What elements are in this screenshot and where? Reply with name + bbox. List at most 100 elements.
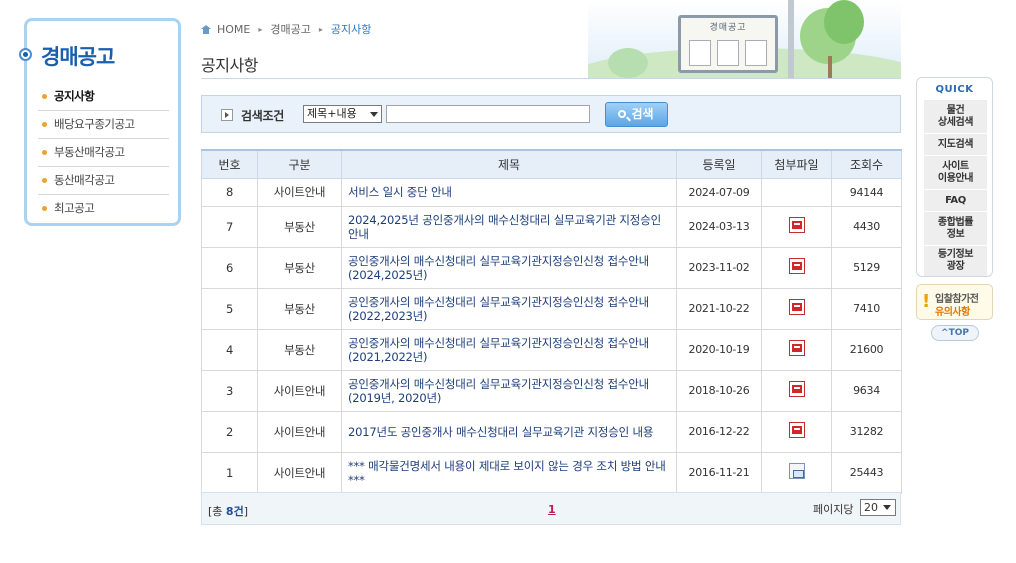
cell-attachment: [761, 410, 832, 453]
cell-category: 부동산: [257, 328, 342, 371]
breadcrumb: HOME ▸ 경매공고 ▸ 공지사항: [201, 21, 371, 37]
search-button-label: 검색: [631, 107, 654, 121]
cell-attachment: [761, 287, 832, 330]
breadcrumb-arrow-icon: ▸: [258, 24, 263, 34]
nav-item-realestate-sale[interactable]: 부동산매각공고: [38, 139, 169, 167]
cell-title-link[interactable]: 공인중개사의 매수신청대리 실무교육기관지정승인신청 접수안내(2024,202…: [341, 246, 677, 289]
home-icon: [201, 24, 211, 34]
header-category: 구분: [257, 149, 342, 179]
breadcrumb-section[interactable]: 경매공고: [270, 21, 310, 37]
cell-views: 5129: [831, 246, 902, 289]
header-attachment: 첨부파일: [761, 149, 832, 179]
cell-attachment: [761, 451, 832, 494]
cell-date: 2016-11-21: [676, 451, 762, 494]
pdf-file-icon[interactable]: [788, 217, 805, 233]
pdf-file-icon[interactable]: [788, 258, 805, 274]
cell-views: 21600: [831, 328, 902, 371]
quick-title: QUICK: [935, 84, 974, 95]
cell-title-link[interactable]: 공인중개사의 매수신청대리 실무교육기관지정승인신청 접수안내(2021,202…: [341, 328, 677, 371]
cell-title-link[interactable]: 공인중개사의 매수신청대리 실무교육기관지정승인신청 접수안내(2019년, 2…: [341, 369, 677, 412]
list-footer: [총 8건] 1 페이지당 20: [201, 492, 901, 525]
cell-no: 1: [201, 451, 258, 494]
notice-board-icon: 경매공고: [678, 15, 778, 73]
cell-views: 31282: [831, 410, 902, 453]
cell-attachment: [761, 369, 832, 412]
cell-date: 2023-11-02: [676, 246, 762, 289]
quick-item-map-search[interactable]: 지도검색: [924, 134, 987, 156]
cell-date: 2024-07-09: [676, 177, 762, 207]
paper-icon: [717, 40, 739, 66]
breadcrumb-current: 공지사항: [330, 23, 372, 36]
cell-no: 4: [201, 328, 258, 371]
table-row: 6 부동산 공인중개사의 매수신청대리 실무교육기관지정승인신청 접수안내(20…: [201, 246, 902, 289]
tree-icon: [824, 0, 864, 44]
cell-attachment: [761, 246, 832, 289]
cell-category: 사이트안내: [257, 177, 342, 207]
cell-no: 2: [201, 410, 258, 453]
chevron-down-icon: [367, 107, 379, 121]
quick-item-faq[interactable]: FAQ: [924, 190, 987, 212]
cell-views: 9634: [831, 369, 902, 412]
pdf-file-icon[interactable]: [788, 422, 805, 438]
quick-menu: QUICK 물건 상세검색 지도검색 사이트 이용안내 FAQ 종합법률 정보 …: [916, 77, 993, 277]
bid-notice-banner[interactable]: ! 입찰참가전 유의사항: [916, 284, 993, 320]
cell-category: 부동산: [257, 287, 342, 330]
cell-title-link[interactable]: 2024,2025년 공인중개사의 매수신청대리 실무교육기관 지정승인 안내: [341, 205, 677, 248]
nav-item-movable-sale[interactable]: 동산매각공고: [38, 167, 169, 195]
scroll-top-button[interactable]: ^TOP: [931, 325, 979, 341]
bid-notice-line2: 유의사항: [935, 307, 970, 318]
cell-date: 2021-10-22: [676, 287, 762, 330]
table-row: 1 사이트안내 *** 매각물건명세서 내용이 제대로 보이지 않는 경우 조치…: [201, 451, 902, 494]
quick-item-registry[interactable]: 등기정보 광장: [924, 246, 987, 276]
search-input[interactable]: [386, 105, 590, 123]
table-row: 8 사이트안내 서비스 일시 중단 안내 2024-07-09 94144: [201, 177, 902, 207]
nav-item-dividend-notice[interactable]: 배당요구종기공고: [38, 111, 169, 139]
notice-table: 번호 구분 제목 등록일 첨부파일 조회수 8 사이트안내 서비스 일시 중단 …: [201, 149, 902, 494]
cell-attachment: [761, 205, 832, 248]
pdf-file-icon[interactable]: [788, 340, 805, 356]
quick-list: 물건 상세검색 지도검색 사이트 이용안내 FAQ 종합법률 정보 등기정보 광…: [924, 100, 987, 276]
quick-item-detail-search[interactable]: 물건 상세검색: [924, 100, 987, 134]
cell-date: 2018-10-26: [676, 369, 762, 412]
title-divider: [201, 78, 901, 79]
pdf-file-icon[interactable]: [788, 299, 805, 315]
cell-views: 4430: [831, 205, 902, 248]
document-file-icon[interactable]: [788, 463, 805, 479]
cell-title-link[interactable]: 서비스 일시 중단 안내: [341, 177, 677, 207]
bush-icon: [608, 48, 648, 78]
header-no: 번호: [201, 149, 258, 179]
pdf-file-icon[interactable]: [788, 381, 805, 397]
total-prefix: [총: [208, 505, 226, 518]
cell-no: 6: [201, 246, 258, 289]
arrow-right-icon: [221, 109, 233, 121]
nav-item-demand-notice[interactable]: 최고공고: [38, 195, 169, 223]
per-page-select[interactable]: 20: [860, 499, 896, 516]
cell-date: 2020-10-19: [676, 328, 762, 371]
quick-item-legal-info[interactable]: 종합법률 정보: [924, 212, 987, 246]
breadcrumb-home[interactable]: HOME: [217, 23, 250, 36]
search-button[interactable]: 검색: [605, 102, 668, 127]
table-row: 2 사이트안내 2017년도 공인중개사 매수신청대리 실무교육기관 지정승인 …: [201, 410, 902, 453]
cell-title-link[interactable]: 공인중개사의 매수신청대리 실무교육기관지정승인신청 접수안내(2022,202…: [341, 287, 677, 330]
left-nav: 경매공고 공지사항 배당요구종기공고 부동산매각공고 동산매각공고 최고공고: [19, 18, 181, 226]
cell-title-link[interactable]: 2017년도 공인중개사 매수신청대리 실무교육기관 지정승인 내용: [341, 410, 677, 453]
nav-bullet-icon: [19, 48, 32, 61]
cell-no: 8: [201, 177, 258, 207]
header-illustration: 경매공고: [588, 0, 901, 78]
cell-category: 사이트안내: [257, 369, 342, 412]
table-row: 3 사이트안내 공인중개사의 매수신청대리 실무교육기관지정승인신청 접수안내(…: [201, 369, 902, 412]
cell-title-link[interactable]: *** 매각물건명세서 내용이 제대로 보이지 않는 경우 조치 방법 안내 *…: [341, 451, 677, 494]
nav-item-notice[interactable]: 공지사항: [38, 83, 169, 111]
cell-no: 5: [201, 287, 258, 330]
search-icon: [618, 110, 626, 118]
cell-views: 94144: [831, 177, 902, 207]
per-page-label: 페이지당: [813, 503, 854, 516]
search-panel: 검색조건 제목+내용 검색: [201, 95, 901, 133]
paper-icon: [745, 40, 767, 66]
quick-item-site-guide[interactable]: 사이트 이용안내: [924, 156, 987, 190]
search-type-value: 제목+내용: [307, 107, 357, 120]
search-type-select[interactable]: 제목+내용: [303, 105, 382, 123]
cell-date: 2024-03-13: [676, 205, 762, 248]
cell-no: 3: [201, 369, 258, 412]
page-link-current[interactable]: 1: [548, 503, 556, 516]
